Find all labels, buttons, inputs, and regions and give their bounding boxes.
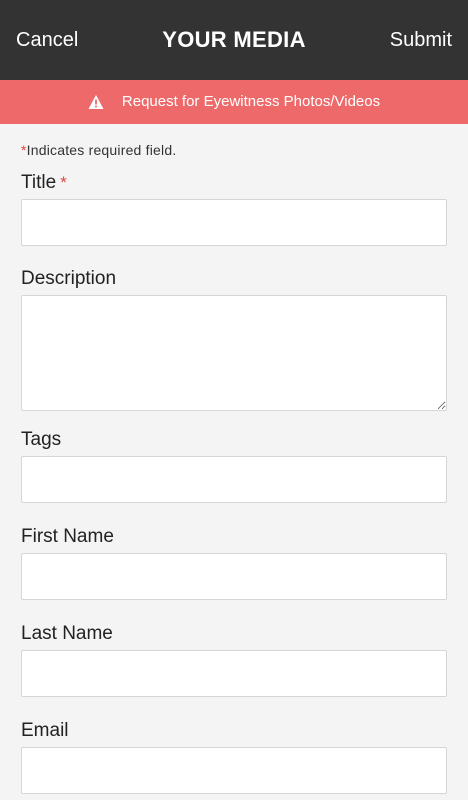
first-name-label: First Name [21, 526, 114, 547]
tags-label: Tags [21, 429, 62, 450]
required-note-text: Indicates required field. [26, 142, 177, 158]
required-star: * [60, 173, 67, 192]
top-bar: Cancel YOUR MEDIA Submit [0, 0, 468, 80]
title-label: Title * [21, 172, 67, 193]
description-group: Description [21, 267, 447, 411]
eyewitness-request-banner[interactable]: Request for Eyewitness Photos/Videos [0, 80, 468, 124]
warning-icon [88, 94, 104, 110]
media-form: *Indicates required field. Title * Descri… [21, 124, 447, 794]
last-name-input[interactable] [21, 650, 447, 697]
first-name-group: First Name [21, 525, 447, 600]
title-group: Title * [21, 171, 447, 246]
description-textarea[interactable] [21, 295, 447, 411]
email-group: Email [21, 719, 447, 794]
submit-button[interactable]: Submit [390, 26, 452, 54]
title-input[interactable] [21, 199, 447, 246]
description-label: Description [21, 268, 117, 289]
email-label: Email [21, 720, 69, 741]
email-input[interactable] [21, 747, 447, 794]
last-name-label: Last Name [21, 623, 113, 644]
first-name-input[interactable] [21, 553, 447, 600]
required-field-note: *Indicates required field. [21, 141, 447, 159]
tags-input[interactable] [21, 456, 447, 503]
tags-group: Tags [21, 428, 447, 503]
banner-text: Request for Eyewitness Photos/Videos [121, 93, 381, 110]
last-name-group: Last Name [21, 622, 447, 697]
